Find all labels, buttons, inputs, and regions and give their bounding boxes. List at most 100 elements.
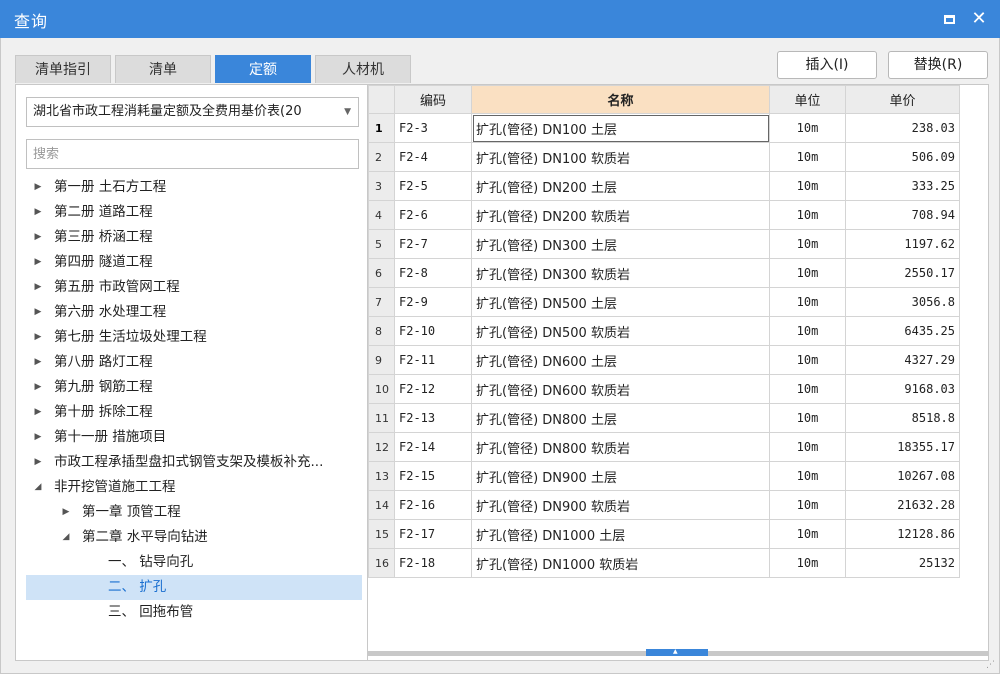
search-input[interactable] bbox=[26, 139, 359, 169]
table-row[interactable]: 5 F2-7 扩孔(管径) DN300 土层 10m 1197.62 bbox=[368, 229, 960, 259]
code-cell[interactable]: F2-15 bbox=[394, 461, 472, 491]
code-cell[interactable]: F2-5 bbox=[394, 171, 472, 201]
row-index-cell[interactable]: 5 bbox=[368, 229, 395, 259]
unit-cell[interactable]: 10m bbox=[769, 432, 846, 462]
tree-node[interactable]: ▶ 第十册 拆除工程 bbox=[26, 400, 362, 425]
collapse-arrow-icon[interactable]: ◢ bbox=[60, 525, 72, 550]
table-row[interactable]: 4 F2-6 扩孔(管径) DN200 软质岩 10m 708.94 bbox=[368, 200, 960, 230]
code-cell[interactable]: F2-7 bbox=[394, 229, 472, 259]
price-cell[interactable]: 506.09 bbox=[845, 142, 960, 172]
price-cell[interactable]: 2550.17 bbox=[845, 258, 960, 288]
price-cell[interactable]: 18355.17 bbox=[845, 432, 960, 462]
price-cell[interactable]: 238.03 bbox=[845, 113, 960, 143]
table-row[interactable]: 14 F2-16 扩孔(管径) DN900 软质岩 10m 21632.28 bbox=[368, 490, 960, 520]
tree-node[interactable]: ▶ 第一册 土石方工程 bbox=[26, 175, 362, 200]
table-row[interactable]: 1 F2-3 扩孔(管径) DN100 土层 10m 238.03 bbox=[368, 113, 960, 143]
table-row[interactable]: 16 F2-18 扩孔(管径) DN1000 软质岩 10m 25132 bbox=[368, 548, 960, 578]
unit-cell[interactable]: 10m bbox=[769, 548, 846, 578]
row-index-cell[interactable]: 12 bbox=[368, 432, 395, 462]
tree-node[interactable]: ▶ 第八册 路灯工程 bbox=[26, 350, 362, 375]
table-row[interactable]: 15 F2-17 扩孔(管径) DN1000 土层 10m 12128.86 bbox=[368, 519, 960, 549]
price-cell[interactable]: 708.94 bbox=[845, 200, 960, 230]
tree-node[interactable]: ▶ 第二册 道路工程 bbox=[26, 200, 362, 225]
unit-cell[interactable]: 10m bbox=[769, 374, 846, 404]
name-cell[interactable]: 扩孔(管径) DN1000 软质岩 bbox=[471, 548, 770, 578]
maximize-icon[interactable] bbox=[938, 8, 960, 30]
row-index-cell[interactable]: 6 bbox=[368, 258, 395, 288]
table-row[interactable]: 10 F2-12 扩孔(管径) DN600 软质岩 10m 9168.03 bbox=[368, 374, 960, 404]
code-cell[interactable]: F2-16 bbox=[394, 490, 472, 520]
name-cell[interactable]: 扩孔(管径) DN500 土层 bbox=[471, 287, 770, 317]
tree-node[interactable]: ▶ 第九册 钢筋工程 bbox=[26, 375, 362, 400]
unit-cell[interactable]: 10m bbox=[769, 200, 846, 230]
tree-node[interactable]: ◢ 非开挖管道施工工程 bbox=[26, 475, 362, 500]
name-cell[interactable]: 扩孔(管径) DN200 软质岩 bbox=[471, 200, 770, 230]
unit-cell[interactable]: 10m bbox=[769, 490, 846, 520]
tree-node[interactable]: ▶ 第六册 水处理工程 bbox=[26, 300, 362, 325]
code-cell[interactable]: F2-14 bbox=[394, 432, 472, 462]
tree-node[interactable]: ▶ 第五册 市政管网工程 bbox=[26, 275, 362, 300]
row-index-cell[interactable]: 14 bbox=[368, 490, 395, 520]
unit-cell[interactable]: 10m bbox=[769, 519, 846, 549]
name-cell[interactable]: 扩孔(管径) DN300 土层 bbox=[471, 229, 770, 259]
expand-arrow-icon[interactable]: ▶ bbox=[32, 400, 44, 425]
code-cell[interactable]: F2-11 bbox=[394, 345, 472, 375]
tree-node[interactable]: ▶ 第一章 顶管工程 bbox=[26, 500, 362, 525]
name-cell[interactable]: 扩孔(管径) DN100 软质岩 bbox=[471, 142, 770, 172]
expand-arrow-icon[interactable]: ▶ bbox=[32, 275, 44, 300]
table-row[interactable]: 3 F2-5 扩孔(管径) DN200 土层 10m 333.25 bbox=[368, 171, 960, 201]
name-cell[interactable]: 扩孔(管径) DN800 土层 bbox=[471, 403, 770, 433]
table-row[interactable]: 6 F2-8 扩孔(管径) DN300 软质岩 10m 2550.17 bbox=[368, 258, 960, 288]
tree-node[interactable]: 三、 回拖布管 bbox=[26, 600, 362, 625]
name-cell[interactable]: 扩孔(管径) DN300 软质岩 bbox=[471, 258, 770, 288]
price-cell[interactable]: 4327.29 bbox=[845, 345, 960, 375]
tree-node[interactable]: ◢ 第二章 水平导向钻进 bbox=[26, 525, 362, 550]
table-row[interactable]: 7 F2-9 扩孔(管径) DN500 土层 10m 3056.8 bbox=[368, 287, 960, 317]
tree-node[interactable]: ▶ 第四册 隧道工程 bbox=[26, 250, 362, 275]
expand-arrow-icon[interactable]: ▶ bbox=[32, 250, 44, 275]
code-cell[interactable]: F2-17 bbox=[394, 519, 472, 549]
header-unit[interactable]: 单位 bbox=[769, 85, 846, 114]
table-row[interactable]: 13 F2-15 扩孔(管径) DN900 土层 10m 10267.08 bbox=[368, 461, 960, 491]
tree-node[interactable]: ▶ 第三册 桥涵工程 bbox=[26, 225, 362, 250]
row-index-cell[interactable]: 9 bbox=[368, 345, 395, 375]
name-cell[interactable]: 扩孔(管径) DN900 土层 bbox=[471, 461, 770, 491]
name-cell[interactable]: 扩孔(管径) DN900 软质岩 bbox=[471, 490, 770, 520]
name-cell[interactable]: 扩孔(管径) DN600 土层 bbox=[471, 345, 770, 375]
price-cell[interactable]: 25132 bbox=[845, 548, 960, 578]
name-cell[interactable]: 扩孔(管径) DN1000 土层 bbox=[471, 519, 770, 549]
tab-bill[interactable]: 清单 bbox=[115, 55, 211, 83]
table-row[interactable]: 8 F2-10 扩孔(管径) DN500 软质岩 10m 6435.25 bbox=[368, 316, 960, 346]
code-cell[interactable]: F2-18 bbox=[394, 548, 472, 578]
expand-arrow-icon[interactable]: ▶ bbox=[32, 425, 44, 450]
price-cell[interactable]: 12128.86 bbox=[845, 519, 960, 549]
unit-cell[interactable]: 10m bbox=[769, 345, 846, 375]
unit-cell[interactable]: 10m bbox=[769, 258, 846, 288]
expand-arrow-icon[interactable]: ▶ bbox=[32, 225, 44, 250]
row-index-cell[interactable]: 8 bbox=[368, 316, 395, 346]
tab-bill-guide[interactable]: 清单指引 bbox=[15, 55, 111, 83]
row-index-cell[interactable]: 1 bbox=[368, 113, 395, 143]
price-cell[interactable]: 333.25 bbox=[845, 171, 960, 201]
unit-cell[interactable]: 10m bbox=[769, 287, 846, 317]
tree-node[interactable]: 二、 扩孔 bbox=[26, 575, 362, 600]
tab-labor-material[interactable]: 人材机 bbox=[315, 55, 411, 83]
name-cell[interactable]: 扩孔(管径) DN500 软质岩 bbox=[471, 316, 770, 346]
code-cell[interactable]: F2-8 bbox=[394, 258, 472, 288]
name-cell[interactable]: 扩孔(管径) DN200 土层 bbox=[471, 171, 770, 201]
expand-arrow-icon[interactable]: ▶ bbox=[32, 300, 44, 325]
price-cell[interactable]: 10267.08 bbox=[845, 461, 960, 491]
expand-arrow-icon[interactable]: ▶ bbox=[32, 450, 44, 475]
price-cell[interactable]: 3056.8 bbox=[845, 287, 960, 317]
name-cell[interactable]: 扩孔(管径) DN800 软质岩 bbox=[471, 432, 770, 462]
unit-cell[interactable]: 10m bbox=[769, 171, 846, 201]
code-cell[interactable]: F2-3 bbox=[394, 113, 472, 143]
code-cell[interactable]: F2-10 bbox=[394, 316, 472, 346]
table-row[interactable]: 12 F2-14 扩孔(管径) DN800 软质岩 10m 18355.17 bbox=[368, 432, 960, 462]
insert-button[interactable]: 插入(I) bbox=[777, 51, 877, 79]
resize-grip-icon[interactable]: ⋰ bbox=[986, 660, 996, 670]
code-cell[interactable]: F2-12 bbox=[394, 374, 472, 404]
expand-arrow-icon[interactable]: ▶ bbox=[60, 500, 72, 525]
unit-cell[interactable]: 10m bbox=[769, 403, 846, 433]
row-index-cell[interactable]: 2 bbox=[368, 142, 395, 172]
